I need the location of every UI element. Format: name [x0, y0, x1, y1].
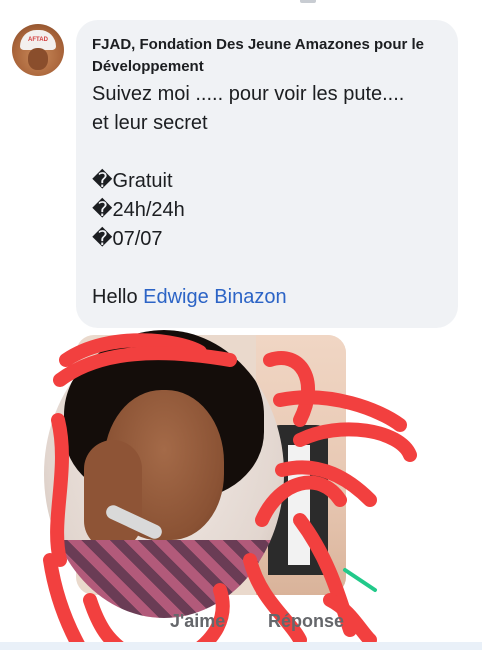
avatar-face [28, 48, 48, 70]
comment-line: �07/07 [92, 228, 163, 250]
greeting-text: Hello [92, 286, 144, 308]
top-edge-divider [300, 0, 316, 3]
comment-greeting-line: Hello Edwige Binazon [92, 283, 452, 312]
comment-line: et leur secret [92, 112, 208, 134]
comment-line [92, 254, 452, 283]
comment-line: Suivez moi ..... pour voir les pute.... [92, 83, 405, 105]
author-avatar[interactable]: AFTAD [12, 24, 64, 76]
overlay-person-photo [44, 330, 284, 618]
mention-link[interactable]: Edwige Binazon [143, 286, 286, 308]
comment-text: Suivez moi ..... pour voir les pute.... … [92, 80, 452, 312]
avatar-cap-logo: AFTAD [20, 30, 56, 50]
comment-author-name[interactable]: FJAD, Fondation Des Jeune Amazones pour … [92, 34, 447, 78]
comment-line [92, 138, 452, 167]
bottom-strip [0, 642, 482, 650]
reply-button[interactable]: Réponse [268, 611, 344, 632]
comment-actions: J'aime Réponse [0, 605, 482, 645]
comment-line: �Gratuit [92, 170, 173, 192]
comment-line: �24h/24h [92, 199, 185, 221]
photo-figure-shirt [288, 445, 310, 565]
like-button[interactable]: J'aime [170, 611, 225, 632]
green-mark [343, 568, 377, 592]
person-hand [84, 440, 142, 550]
